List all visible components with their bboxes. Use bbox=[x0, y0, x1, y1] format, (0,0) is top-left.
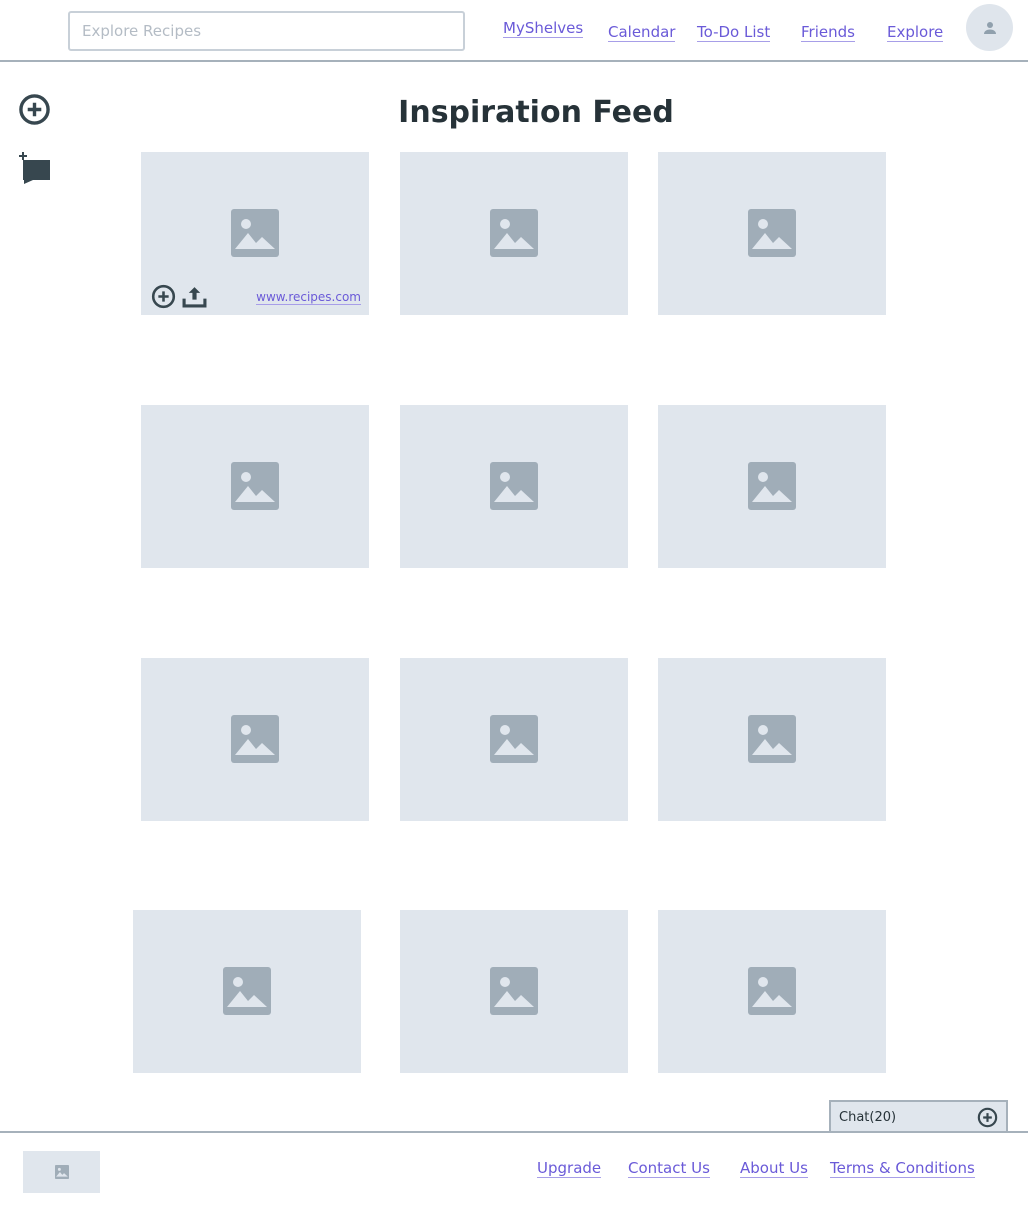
search-input[interactable] bbox=[68, 11, 465, 51]
image-placeholder-icon bbox=[490, 209, 538, 257]
recipe-card[interactable] bbox=[400, 910, 628, 1073]
image-placeholder-icon bbox=[490, 967, 538, 1015]
nav-calendar-link[interactable]: Calendar bbox=[608, 23, 676, 42]
chat-label: Chat(20) bbox=[839, 1109, 897, 1125]
footer: Upgrade Contact Us About Us Terms & Cond… bbox=[0, 1131, 1028, 1210]
chat-tab[interactable]: Chat(20) bbox=[829, 1100, 1008, 1132]
recipe-card[interactable] bbox=[658, 658, 886, 821]
image-placeholder-icon bbox=[748, 462, 796, 510]
user-avatar[interactable] bbox=[966, 4, 1013, 51]
recipe-card[interactable] bbox=[141, 405, 369, 568]
image-placeholder-icon bbox=[54, 1165, 69, 1179]
image-placeholder-icon bbox=[231, 209, 279, 257]
page-title: Inspiration Feed bbox=[398, 95, 674, 130]
footer-contact-link[interactable]: Contact Us bbox=[628, 1159, 710, 1178]
image-placeholder-icon bbox=[223, 967, 271, 1015]
image-placeholder-icon bbox=[490, 715, 538, 763]
card-actions bbox=[151, 284, 207, 309]
footer-about-link[interactable]: About Us bbox=[740, 1159, 808, 1178]
recipe-card[interactable]: www.recipes.com bbox=[141, 152, 369, 315]
add-comment-icon bbox=[19, 152, 50, 184]
recipe-card[interactable] bbox=[658, 152, 886, 315]
recipe-source-link[interactable]: www.recipes.com bbox=[256, 290, 361, 305]
image-placeholder-icon bbox=[748, 209, 796, 257]
recipe-card[interactable] bbox=[400, 658, 628, 821]
add-post-button[interactable] bbox=[18, 93, 51, 130]
user-icon bbox=[983, 21, 996, 34]
image-placeholder-icon bbox=[231, 715, 279, 763]
add-circle-icon bbox=[19, 94, 50, 125]
footer-upgrade-link[interactable]: Upgrade bbox=[537, 1159, 602, 1178]
recipe-card[interactable] bbox=[400, 152, 628, 315]
nav-todo-link[interactable]: To-Do List bbox=[697, 23, 771, 42]
add-circle-icon[interactable] bbox=[151, 284, 176, 309]
nav-friends-link[interactable]: Friends bbox=[801, 23, 855, 42]
footer-logo bbox=[23, 1151, 100, 1193]
nav-myshelves-link[interactable]: MyShelves bbox=[503, 19, 584, 38]
recipe-card[interactable] bbox=[400, 405, 628, 568]
add-circle-icon[interactable] bbox=[977, 1107, 998, 1128]
recipe-card[interactable] bbox=[133, 910, 361, 1073]
image-placeholder-icon bbox=[748, 715, 796, 763]
footer-terms-link[interactable]: Terms & Conditions bbox=[830, 1159, 975, 1178]
recipe-card[interactable] bbox=[141, 658, 369, 821]
recipe-card[interactable] bbox=[658, 405, 886, 568]
image-placeholder-icon bbox=[231, 462, 279, 510]
recipe-card[interactable] bbox=[658, 910, 886, 1073]
top-header: MyShelves Calendar To-Do List Friends Ex… bbox=[0, 0, 1028, 62]
add-comment-button[interactable] bbox=[18, 151, 52, 189]
image-placeholder-icon bbox=[748, 967, 796, 1015]
image-placeholder-icon bbox=[490, 462, 538, 510]
upload-icon[interactable] bbox=[182, 284, 207, 309]
nav-explore-link[interactable]: Explore bbox=[887, 23, 944, 42]
